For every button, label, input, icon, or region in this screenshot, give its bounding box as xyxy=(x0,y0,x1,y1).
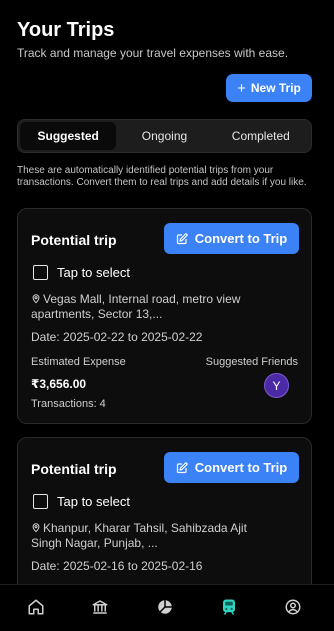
select-label: Tap to select xyxy=(57,494,130,509)
estimated-amount: ₹3,656.00 xyxy=(31,377,87,391)
trip-title: Potential trip xyxy=(31,232,117,248)
potential-trip-card: Potential trip Convert to Trip Tap to se… xyxy=(17,208,312,424)
select-row[interactable]: Tap to select xyxy=(33,494,130,509)
trip-date: Date: 2025-02-16 to 2025-02-16 xyxy=(31,559,203,573)
location-text: Vegas Mall, Internal road, metro view ap… xyxy=(31,292,241,321)
trips-screen: Your Trips Track and manage your travel … xyxy=(0,0,334,584)
tab-ongoing[interactable]: Ongoing xyxy=(116,122,212,150)
bottom-nav xyxy=(0,584,334,631)
new-trip-button[interactable]: + New Trip xyxy=(226,74,312,102)
suggested-friends-label: Suggested Friends xyxy=(205,356,298,368)
select-row[interactable]: Tap to select xyxy=(33,265,130,280)
info-text: These are automatically identified poten… xyxy=(17,165,307,188)
bank-icon[interactable] xyxy=(90,597,110,617)
plus-icon: + xyxy=(237,79,246,97)
page-subtitle: Track and manage your travel expenses wi… xyxy=(17,46,289,60)
select-label: Tap to select xyxy=(57,265,130,280)
convert-to-trip-button[interactable]: Convert to Trip xyxy=(164,223,299,254)
location-pin-icon xyxy=(32,523,40,533)
transactions-count: Transactions: 4 xyxy=(31,398,106,410)
edit-icon xyxy=(176,461,188,473)
new-trip-label: New Trip xyxy=(250,81,301,95)
select-checkbox[interactable] xyxy=(33,265,48,280)
convert-label: Convert to Trip xyxy=(194,231,288,246)
tab-suggested[interactable]: Suggested xyxy=(20,122,117,150)
convert-label: Convert to Trip xyxy=(194,460,288,475)
convert-to-trip-button[interactable]: Convert to Trip xyxy=(164,452,299,483)
profile-icon[interactable] xyxy=(283,597,303,617)
location-text: Khanpur, Kharar Tahsil, Sahibzada Ajit S… xyxy=(31,521,247,550)
location-pin-icon xyxy=(32,294,40,304)
trip-location: Khanpur, Kharar Tahsil, Sahibzada Ajit S… xyxy=(31,521,271,551)
trip-tabs: Suggested Ongoing Completed xyxy=(17,119,312,153)
trip-date: Date: 2025-02-22 to 2025-02-22 xyxy=(31,330,203,344)
trip-location: Vegas Mall, Internal road, metro view ap… xyxy=(31,292,271,322)
home-icon[interactable] xyxy=(26,597,46,617)
tab-completed[interactable]: Completed xyxy=(213,122,309,150)
estimated-expense-label: Estimated Expense xyxy=(31,356,126,368)
potential-trip-card: Potential trip Convert to Trip Tap to se… xyxy=(17,437,312,584)
friend-avatar[interactable]: Y xyxy=(264,373,289,398)
train-icon[interactable] xyxy=(219,597,239,617)
edit-icon xyxy=(176,232,188,244)
page-title: Your Trips xyxy=(17,19,115,41)
pie-chart-icon[interactable] xyxy=(155,597,175,617)
select-checkbox[interactable] xyxy=(33,494,48,509)
trip-title: Potential trip xyxy=(31,461,117,477)
